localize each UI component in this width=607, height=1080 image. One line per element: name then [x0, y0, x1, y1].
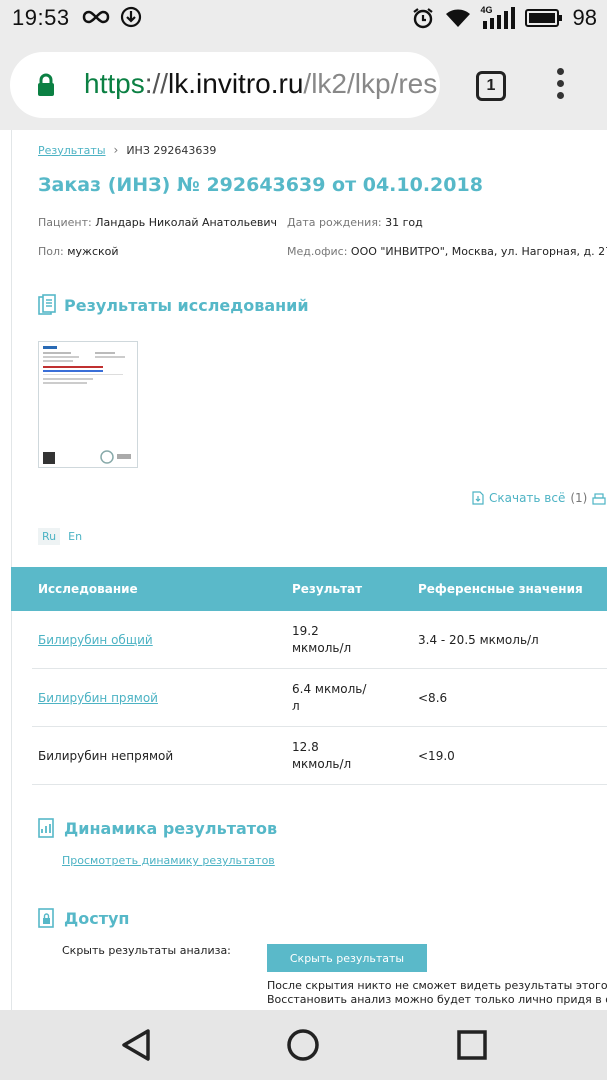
office-info: Мед.офис: ООО "ИНВИТРО", Москва, ул. Наг…: [287, 245, 607, 258]
printer-icon: [592, 493, 606, 505]
birth-value: 31 год: [385, 216, 423, 229]
status-time: 19:53: [12, 5, 70, 30]
view-dynamics-link[interactable]: Просмотреть динамику результатов: [62, 854, 275, 867]
table-row: Билирубин непрямой 12.8 мкмоль/л <19.0: [32, 727, 607, 785]
results-section-header: Результаты исследований: [38, 294, 309, 316]
print-button[interactable]: [592, 492, 606, 511]
hide-note-line-1: После скрытия никто не сможет видеть рез…: [267, 979, 607, 992]
result-document-thumbnail[interactable]: [38, 341, 138, 468]
hide-results-button[interactable]: Скрыть результаты: [267, 944, 427, 972]
test-name-link[interactable]: Билирубин прямой: [38, 669, 158, 727]
test-name-link[interactable]: Билирубин общий: [38, 611, 153, 669]
battery-icon: [524, 9, 562, 27]
download-file-icon: [472, 491, 484, 505]
results-table-header: Исследование Результат Референсные значе…: [11, 567, 607, 611]
browser-menu-button[interactable]: [553, 68, 567, 104]
access-section-header: Доступ: [38, 907, 129, 929]
wifi-icon: [445, 9, 470, 27]
birth-label: Дата рождения:: [287, 216, 382, 229]
test-result: 12.8 мкмоль/л: [292, 740, 352, 771]
url-path: /lk2/lkp/res: [303, 68, 438, 99]
column-header-result: Результат: [292, 582, 363, 596]
patient-label: Пациент:: [38, 216, 92, 229]
home-icon[interactable]: [285, 1027, 321, 1063]
results-section-title: Результаты исследований: [64, 295, 309, 315]
battery-percent: 98: [572, 5, 597, 30]
patient-name: Ландарь Николай Анатольевич: [95, 216, 277, 229]
hide-results-note: После скрытия никто не сможет видеть рез…: [267, 979, 607, 1007]
alarm-icon: [412, 8, 433, 29]
page-content: Результаты › ИНЗ 292643639 Заказ (ИНЗ) №…: [0, 130, 607, 1010]
test-reference: <8.6: [418, 691, 448, 705]
table-row: Билирубин прямой 6.4 мкмоль/л <8.6: [32, 669, 607, 727]
patient-info: Пациент: Ландарь Николай Анатольевич: [38, 216, 277, 229]
lock-document-icon: [38, 908, 54, 928]
recents-icon[interactable]: [454, 1027, 490, 1063]
url-scheme: https: [84, 68, 145, 99]
chart-document-icon: [38, 818, 54, 838]
test-name: Билирубин непрямой: [38, 749, 174, 763]
address-bar[interactable]: https://lk.invitro.ru/lk2/lkp/res: [10, 52, 440, 118]
test-reference: 3.4 - 20.5 мкмоль/л: [418, 633, 539, 647]
office-label: Мед.офис:: [287, 245, 348, 258]
lang-en[interactable]: En: [64, 528, 86, 545]
documents-icon: [38, 294, 56, 315]
lock-icon: [38, 73, 54, 96]
breadcrumb-current: ИНЗ 292643639: [126, 143, 217, 157]
signal-icon: 4G: [481, 5, 515, 29]
office-value: ООО "ИНВИТРО", Москва, ул. Нагорная, д. …: [350, 245, 607, 258]
birth-info: Дата рождения: 31 год: [287, 216, 423, 229]
dynamics-section-title: Динамика результатов: [64, 818, 278, 838]
tab-count: 1: [486, 77, 496, 94]
sex-value: мужской: [67, 245, 119, 258]
test-result: 19.2 мкмоль/л: [292, 624, 352, 655]
browser-toolbar: https://lk.invitro.ru/lk2/lkp/res 1: [0, 38, 607, 130]
download-icon: [120, 6, 142, 28]
download-all-label: Скачать всё: [489, 491, 566, 505]
column-header-test: Исследование: [38, 582, 138, 596]
back-icon[interactable]: [118, 1027, 154, 1063]
test-result: 6.4 мкмоль/л: [292, 682, 367, 713]
page-title: Заказ (ИНЗ) № 292643639 от 04.10.2018: [38, 174, 483, 196]
download-count: (1): [570, 491, 588, 505]
system-navigation-bar: [0, 1010, 607, 1080]
tab-switcher-button[interactable]: 1: [476, 71, 506, 101]
infinity-icon: [82, 10, 110, 24]
sex-info: Пол: мужской: [38, 245, 119, 258]
access-section-title: Доступ: [64, 908, 130, 928]
url-text[interactable]: https://lk.invitro.ru/lk2/lkp/res: [84, 68, 437, 100]
sex-label: Пол:: [38, 245, 64, 258]
document-preview-icon: [43, 346, 131, 464]
lang-ru[interactable]: Ru: [38, 528, 61, 545]
test-reference: <19.0: [418, 749, 455, 763]
hide-results-label: Скрыть результаты анализа:: [62, 944, 231, 957]
url-host: lk.invitro.ru: [168, 68, 304, 99]
status-bar: 19:53 4G 98: [0, 0, 607, 38]
breadcrumb-separator: ›: [113, 143, 119, 157]
breadcrumb-results-link[interactable]: Результаты: [38, 144, 106, 157]
dynamics-section-header: Динамика результатов: [38, 817, 277, 839]
breadcrumb: Результаты › ИНЗ 292643639: [38, 143, 216, 157]
table-row: Билирубин общий 19.2 мкмоль/л 3.4 - 20.5…: [32, 611, 607, 669]
hide-note-line-2: Восстановить анализ можно будет только л…: [267, 993, 607, 1006]
download-all-link[interactable]: Скачать всё (1): [472, 491, 587, 505]
url-separator: ://: [144, 68, 169, 99]
language-switcher: Ru En: [38, 528, 86, 545]
column-header-reference: Референсные значения: [418, 582, 583, 596]
